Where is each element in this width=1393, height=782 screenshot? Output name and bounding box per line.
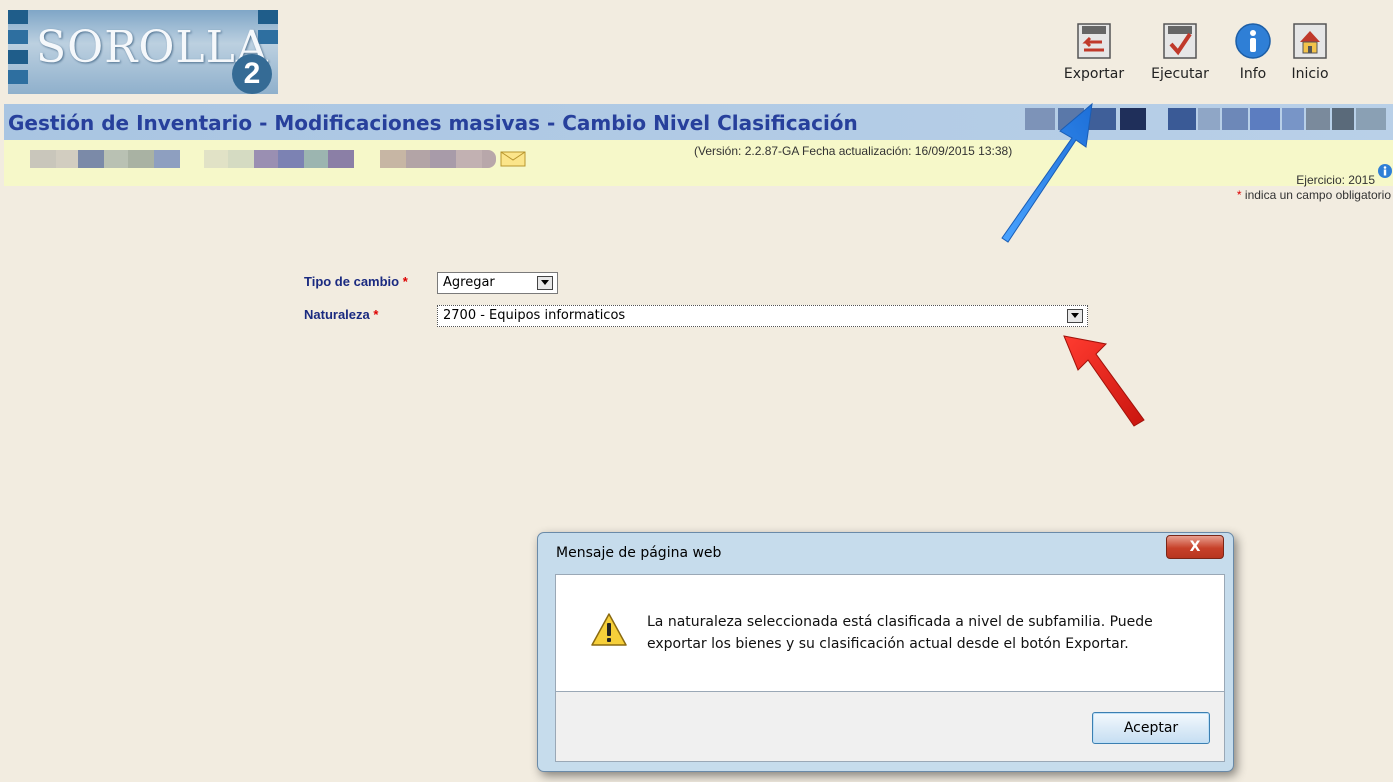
dropdown-arrow-icon[interactable] xyxy=(1067,309,1083,323)
annotation-arrow-red xyxy=(1063,335,1145,427)
redacted-block xyxy=(1356,108,1386,130)
inicio-label: Inicio xyxy=(1291,66,1329,82)
redacted-block xyxy=(406,150,430,168)
redacted-block xyxy=(482,150,496,168)
redacted-block xyxy=(328,150,354,168)
ejecutar-label: Ejecutar xyxy=(1151,66,1209,82)
logo-decoration xyxy=(8,50,28,64)
mail-icon[interactable] xyxy=(500,151,526,171)
dialog-close-button[interactable]: X xyxy=(1166,535,1224,559)
naturaleza-value: 2700 - Equipos informaticos xyxy=(443,308,626,323)
tipo-cambio-label-text: Tipo de cambio xyxy=(304,274,400,289)
redacted-block xyxy=(1222,108,1248,130)
home-icon xyxy=(1291,22,1329,60)
redacted-block xyxy=(1250,108,1280,130)
ejercicio-info-icon[interactable] xyxy=(1377,163,1393,183)
redacted-block xyxy=(1168,108,1196,130)
version-text: (Versión: 2.2.87-GA Fecha actualización:… xyxy=(694,144,1013,158)
redacted-block xyxy=(304,150,328,168)
redacted-block xyxy=(78,150,104,168)
redacted-block xyxy=(1282,108,1304,130)
export-icon xyxy=(1075,22,1113,60)
logo-decoration xyxy=(8,30,28,44)
close-icon: X xyxy=(1189,539,1201,555)
required-star: * xyxy=(373,307,379,322)
redacted-block xyxy=(1120,108,1146,130)
naturaleza-label-text: Naturaleza xyxy=(304,307,370,322)
info-label: Info xyxy=(1239,66,1267,82)
redacted-block xyxy=(278,150,304,168)
tipo-cambio-label: Tipo de cambio * xyxy=(304,274,408,289)
redacted-block xyxy=(456,150,482,168)
redacted-block xyxy=(228,150,254,168)
naturaleza-select[interactable]: 2700 - Equipos informaticos xyxy=(437,305,1088,327)
required-star: * xyxy=(402,274,408,289)
tipo-cambio-value: Agregar xyxy=(443,275,495,290)
inicio-button[interactable]: Inicio xyxy=(1284,22,1336,82)
redacted-block xyxy=(30,150,56,168)
redacted-block xyxy=(154,150,180,168)
checkmark-icon xyxy=(1161,22,1199,60)
app-logo: SOROLLA 2 xyxy=(8,10,278,94)
redacted-block xyxy=(1332,108,1354,130)
redacted-block xyxy=(1306,108,1330,130)
redacted-block xyxy=(1198,108,1220,130)
page-title: Gestión de Inventario - Modificaciones m… xyxy=(8,111,858,135)
annotation-arrow-blue xyxy=(1001,102,1093,243)
info-icon xyxy=(1234,22,1272,60)
dialog-message: La naturaleza seleccionada está clasific… xyxy=(647,614,1153,652)
redacted-block xyxy=(56,150,78,168)
logo-decoration xyxy=(8,10,28,24)
exportar-button[interactable]: Exportar xyxy=(1056,22,1132,82)
dropdown-arrow-icon[interactable] xyxy=(537,276,553,290)
redacted-block xyxy=(204,150,228,168)
aceptar-button[interactable]: Aceptar xyxy=(1092,712,1210,744)
warning-icon xyxy=(590,612,628,652)
logo-version: 2 xyxy=(232,54,272,94)
naturaleza-label: Naturaleza * xyxy=(304,307,378,322)
required-legend-text: indica un campo obligatorio xyxy=(1241,188,1391,202)
redacted-block xyxy=(380,150,406,168)
required-legend: * indica un campo obligatorio xyxy=(1237,188,1391,202)
redacted-block xyxy=(254,150,278,168)
ejercicio-text: Ejercicio: 2015 xyxy=(1296,173,1375,187)
dialog-title: Mensaje de página web xyxy=(556,545,722,561)
redacted-block xyxy=(430,150,456,168)
info-button[interactable]: Info xyxy=(1228,22,1278,82)
ejecutar-button[interactable]: Ejecutar xyxy=(1142,22,1218,82)
tipo-cambio-select[interactable]: Agregar xyxy=(437,272,558,294)
logo-decoration xyxy=(8,70,28,84)
exportar-label: Exportar xyxy=(1063,66,1125,82)
redacted-block xyxy=(128,150,154,168)
redacted-block xyxy=(104,150,128,168)
